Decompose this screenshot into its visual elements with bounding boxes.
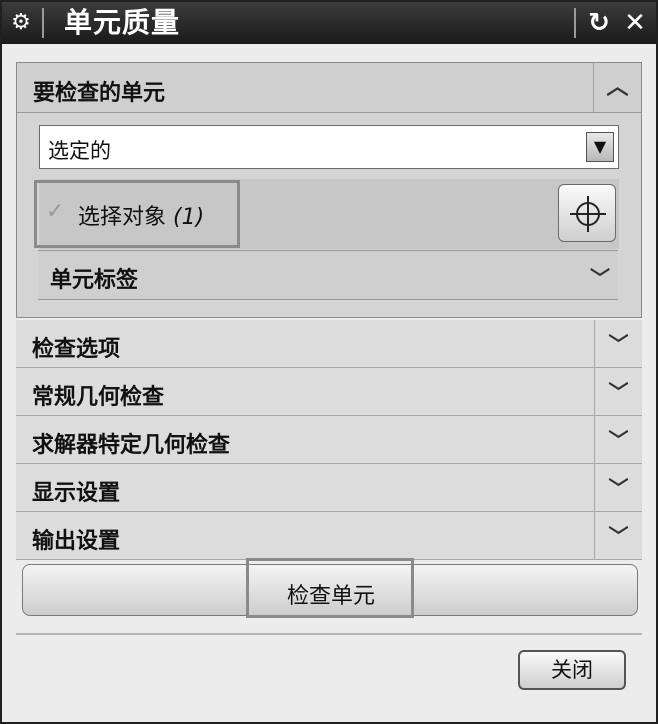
chevron-down-icon[interactable]: ﹀ [594, 320, 642, 368]
crosshair-select-button[interactable] [558, 184, 616, 242]
chevron-down-icon[interactable]: ﹀ [594, 368, 642, 416]
element-labels-label: 单元标签 [50, 268, 139, 293]
section-output-settings[interactable]: 输出设置 ﹀ [16, 512, 642, 560]
element-labels-subsection[interactable]: 单元标签 ﹀ [38, 250, 618, 300]
section-solver-specific-geometry-checks[interactable]: 求解器特定几何检查 ﹀ [16, 416, 642, 464]
title-separator-right [574, 8, 576, 38]
chevron-down-icon[interactable]: ﹀ [594, 464, 642, 512]
section-header-elements-to-check[interactable]: 要检查的单元 ︿ [17, 63, 641, 113]
section-display-settings[interactable]: 显示设置 ﹀ [16, 464, 642, 512]
section-check-options[interactable]: 检查选项 ﹀ [16, 320, 642, 368]
select-object-label[interactable]: 选择对象 (1) [78, 199, 204, 231]
close-button[interactable]: 关闭 [518, 650, 626, 690]
section-label: 显示设置 [32, 481, 121, 506]
checkmark-icon: ✓ [46, 199, 65, 224]
close-icon[interactable]: ✕ [618, 8, 652, 38]
section-label: 求解器特定几何检查 [32, 433, 231, 458]
section-general-geometry-checks[interactable]: 常规几何检查 ﹀ [16, 368, 642, 416]
element-quality-dialog: ⚙ 单元质量 ↻ ✕ 要检查的单元 ︿ 选定的 ▼ ✓ 选择对象 (1) 单元标… [0, 0, 658, 724]
chevron-down-icon[interactable]: ﹀ [594, 416, 642, 464]
select-value: 选定的 [48, 139, 111, 163]
section-label: 检查选项 [32, 337, 121, 362]
dialog-title: 单元质量 [64, 6, 181, 39]
reset-icon[interactable]: ↻ [582, 8, 616, 38]
title-bar: ⚙ 单元质量 ↻ ✕ [2, 2, 656, 44]
title-separator [42, 8, 44, 38]
chevron-up-icon[interactable]: ︿ [593, 63, 641, 113]
section-label: 输出设置 [32, 529, 121, 554]
check-elements-highlight [246, 558, 414, 618]
section-label: 常规几何检查 [32, 385, 165, 410]
chevron-down-icon[interactable]: ﹀ [590, 262, 610, 291]
chevron-down-icon[interactable]: ﹀ [594, 512, 642, 560]
selection-type-select[interactable]: 选定的 ▼ [39, 125, 619, 169]
crosshair-icon [570, 196, 606, 232]
section-label: 要检查的单元 [33, 81, 166, 106]
select-object-count: (1) [173, 205, 205, 230]
dropdown-arrow-icon[interactable]: ▼ [586, 132, 614, 162]
divider [16, 633, 642, 635]
gear-icon[interactable]: ⚙ [6, 8, 36, 38]
